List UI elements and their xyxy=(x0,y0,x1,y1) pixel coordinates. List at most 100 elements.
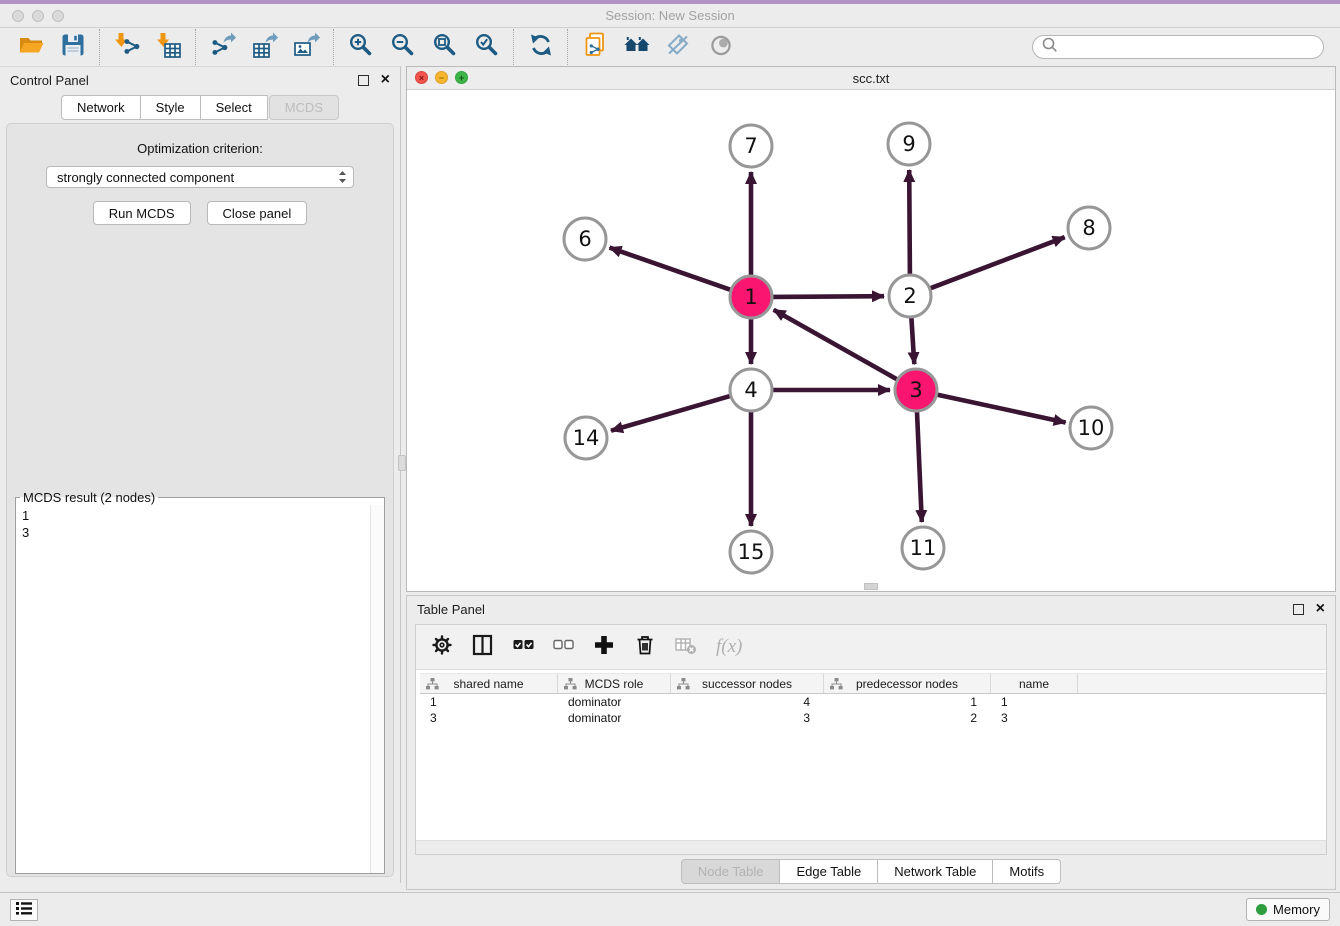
tab-motifs[interactable]: Motifs xyxy=(993,859,1061,884)
graph-edge-3-10[interactable] xyxy=(938,395,1066,423)
network-canvas[interactable]: 7 9 6 8 1 2 4 3 14 10 15 11 xyxy=(407,89,1337,592)
import-network-button[interactable] xyxy=(106,31,148,63)
graph-node-label: 3 xyxy=(909,378,922,402)
export-table-icon xyxy=(252,32,278,63)
tab-style[interactable]: Style xyxy=(141,95,201,120)
open-file-button[interactable] xyxy=(10,31,52,63)
close-panel-button[interactable]: Close panel xyxy=(207,201,308,225)
graph-node-8[interactable]: 8 xyxy=(1068,207,1110,249)
tab-network[interactable]: Network xyxy=(61,95,141,120)
first-neighbors-button[interactable] xyxy=(616,31,658,63)
graph-node-label: 6 xyxy=(578,227,591,251)
show-columns-button[interactable] xyxy=(472,634,494,661)
table-row[interactable]: 3dominator323 xyxy=(420,710,1326,726)
app-titlebar: Session: New Session xyxy=(0,0,1340,28)
search-input[interactable] xyxy=(1063,39,1315,56)
delete-table-icon xyxy=(675,635,697,660)
graph-node-7[interactable]: 7 xyxy=(730,125,772,167)
export-image-button[interactable] xyxy=(286,31,328,63)
save-session-button[interactable] xyxy=(52,31,94,63)
graph-edge-1-2[interactable] xyxy=(773,296,884,297)
graph-edge-2-3[interactable] xyxy=(911,318,914,364)
network-window-title: scc.txt xyxy=(407,71,1335,86)
float-panel-icon[interactable] xyxy=(358,75,369,86)
graph-node-15[interactable]: 15 xyxy=(730,531,772,573)
graph-edge-3-11[interactable] xyxy=(917,412,922,522)
deselect-all-checks-button[interactable] xyxy=(553,634,574,661)
task-history-button[interactable] xyxy=(10,899,38,921)
column-header-shared-name[interactable]: shared name xyxy=(420,674,558,693)
table-panel: Table Panel × f(x) shared nameMCDS roles… xyxy=(406,595,1336,890)
network-close-button[interactable]: × xyxy=(415,71,428,84)
graph-node-label: 7 xyxy=(744,134,757,158)
select-all-checks-button[interactable] xyxy=(513,634,534,661)
column-header-name[interactable]: name xyxy=(991,674,1078,693)
hide-annotations-button[interactable] xyxy=(658,31,700,63)
graph-node-1[interactable]: 1 xyxy=(730,276,772,318)
close-table-panel-icon[interactable]: × xyxy=(1316,601,1325,617)
toolbar-separator xyxy=(567,29,569,65)
tab-mcds[interactable]: MCDS xyxy=(269,95,339,120)
titlebar-accent xyxy=(0,0,1340,4)
graph-node-2[interactable]: 2 xyxy=(889,275,931,317)
network-resize-grip[interactable] xyxy=(864,583,878,590)
delete-columns-icon xyxy=(634,634,656,661)
toolbar-separator xyxy=(99,29,101,65)
save-session-icon xyxy=(60,32,86,63)
export-table-button[interactable] xyxy=(244,31,286,63)
first-neighbors-icon xyxy=(624,32,650,63)
graph-node-9[interactable]: 9 xyxy=(888,123,930,165)
tab-network-table[interactable]: Network Table xyxy=(878,859,993,884)
zoom-out-button[interactable] xyxy=(382,31,424,63)
memory-button[interactable]: Memory xyxy=(1246,898,1330,921)
graph-edge-2-9[interactable] xyxy=(909,170,910,274)
mcds-result-text[interactable]: 1 3 xyxy=(16,505,370,873)
tab-node-table[interactable]: Node Table xyxy=(681,859,781,884)
graph-node-4[interactable]: 4 xyxy=(730,369,772,411)
zoom-in-button[interactable] xyxy=(340,31,382,63)
table-cell-successor-nodes: 3 xyxy=(671,710,824,726)
column-header-successor-nodes[interactable]: successor nodes xyxy=(671,674,824,693)
delete-columns-button[interactable] xyxy=(634,634,656,661)
mcds-buttons-row: Run MCDS Close panel xyxy=(7,201,393,225)
search-field[interactable] xyxy=(1032,35,1324,59)
network-minimize-button[interactable]: − xyxy=(435,71,448,84)
column-header-mcds-role[interactable]: MCDS role xyxy=(558,674,671,693)
zoom-fit-button[interactable] xyxy=(424,31,466,63)
panel-splitter-grip[interactable] xyxy=(398,455,406,471)
create-column-button[interactable] xyxy=(593,634,615,661)
column-settings-icon xyxy=(431,634,453,661)
graph-edge-3-1[interactable] xyxy=(774,310,897,379)
graph-node-3[interactable]: 3 xyxy=(895,369,937,411)
graph-node-10[interactable]: 10 xyxy=(1070,407,1112,449)
graph-edge-4-14[interactable] xyxy=(611,396,730,431)
duplicate-network-button[interactable] xyxy=(574,31,616,63)
mcds-result-scrollbar[interactable] xyxy=(370,505,384,873)
zoom-selected-button[interactable] xyxy=(466,31,508,63)
close-panel-icon[interactable]: × xyxy=(381,72,390,88)
network-zoom-button[interactable]: + xyxy=(455,71,468,84)
column-header-predecessor-nodes[interactable]: predecessor nodes xyxy=(824,674,991,693)
graph-node-6[interactable]: 6 xyxy=(564,218,606,260)
table-row[interactable]: 1dominator411 xyxy=(420,694,1326,710)
zoom-in-icon xyxy=(348,32,374,63)
graph-node-label: 2 xyxy=(903,284,916,308)
node-table-container: f(x) shared nameMCDS rolesuccessor nodes… xyxy=(415,624,1327,855)
run-mcds-button[interactable]: Run MCDS xyxy=(93,201,191,225)
toolbar-separator xyxy=(513,29,515,65)
table-horizontal-scrollbar[interactable] xyxy=(416,840,1326,854)
graph-node-11[interactable]: 11 xyxy=(902,527,944,569)
tab-edge-table[interactable]: Edge Table xyxy=(780,859,878,884)
column-settings-button[interactable] xyxy=(431,634,453,661)
import-table-button[interactable] xyxy=(148,31,190,63)
export-network-button[interactable] xyxy=(202,31,244,63)
graph-node-14[interactable]: 14 xyxy=(565,417,607,459)
graph-edge-1-6[interactable] xyxy=(610,248,731,290)
column-header-label: shared name xyxy=(453,677,523,691)
select-chevrons-icon xyxy=(338,169,347,185)
optimization-criterion-select[interactable]: strongly connected component xyxy=(46,166,354,188)
float-table-panel-icon[interactable] xyxy=(1293,604,1304,615)
refresh-button[interactable] xyxy=(520,31,562,63)
graph-edge-2-8[interactable] xyxy=(931,237,1065,288)
tab-select[interactable]: Select xyxy=(201,95,268,120)
